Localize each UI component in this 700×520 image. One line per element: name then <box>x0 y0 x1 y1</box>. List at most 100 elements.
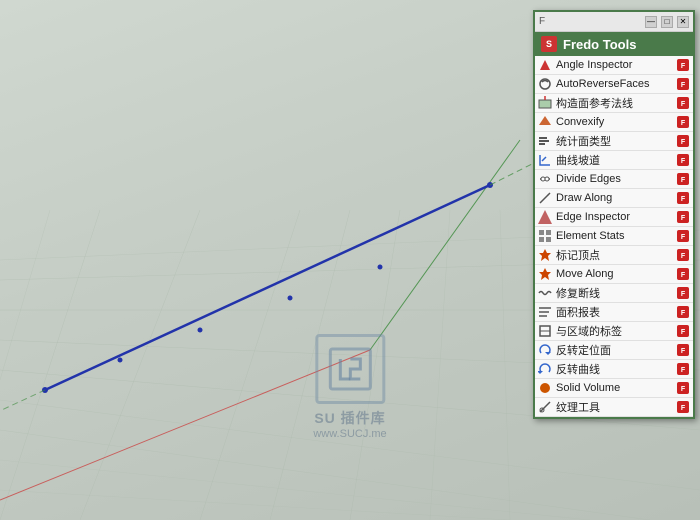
menu-item-repair-break[interactable]: 修复断线 F <box>535 284 693 303</box>
convexify-badge: F <box>675 115 691 129</box>
move-along-label: Move Along <box>556 268 675 280</box>
divide-edges-label: Divide Edges <box>556 173 675 185</box>
watermark-logo <box>315 334 385 404</box>
solid-volume-icon <box>537 380 553 396</box>
panel-title: Fredo Tools <box>563 37 636 52</box>
watermark: SU 插件库 www.SUCJ.me <box>313 334 386 440</box>
fredo-logo-icon: S <box>541 36 557 52</box>
draw-along-icon <box>537 190 553 206</box>
reverse-pos-icon <box>537 342 553 358</box>
menu-item-solid-volume[interactable]: Solid Volume F <box>535 379 693 398</box>
svg-text:F: F <box>681 291 686 298</box>
move-along-badge: F <box>675 267 691 281</box>
menu-item-reverse-curve[interactable]: 反转曲线 F <box>535 360 693 379</box>
menu-item-texture-tool[interactable]: 纹理工具 F <box>535 398 693 417</box>
angle-inspector-icon <box>537 57 553 73</box>
reverse-pos-label: 反转定位面 <box>556 342 675 358</box>
svg-text:F: F <box>681 101 686 108</box>
element-stats-label: Element Stats <box>556 230 675 242</box>
repair-break-badge: F <box>675 286 691 300</box>
watermark-url: www.SUCJ.me <box>313 428 386 440</box>
edge-inspector-icon <box>537 209 553 225</box>
svg-text:F: F <box>681 177 686 184</box>
svg-text:F: F <box>681 196 686 203</box>
reverse-pos-badge: F <box>675 343 691 357</box>
element-stats-badge: F <box>675 229 691 243</box>
minimize-button[interactable]: — <box>645 16 657 28</box>
menu-item-element-stats[interactable]: Element Stats F <box>535 227 693 246</box>
panel-header: S Fredo Tools <box>535 32 693 56</box>
divide-edges-icon <box>537 171 553 187</box>
close-button[interactable]: ✕ <box>677 16 689 28</box>
construct-refplane-badge: F <box>675 96 691 110</box>
mark-vertex-icon <box>537 247 553 263</box>
menu-item-move-along[interactable]: Move Along F <box>535 265 693 284</box>
svg-text:F: F <box>681 272 686 279</box>
edge-inspector-label: Edge Inspector <box>556 211 675 223</box>
element-stats-icon <box>537 228 553 244</box>
area-report-label: 面积报表 <box>556 304 675 320</box>
repair-break-icon <box>537 285 553 301</box>
angle-inspector-label: Angle Inspector <box>556 59 675 71</box>
menu-item-divide-edges[interactable]: Divide Edges F <box>535 170 693 189</box>
svg-text:F: F <box>681 367 686 374</box>
menu-item-construct-refplane[interactable]: 构造面参考法线 F <box>535 94 693 113</box>
menu-item-region-tag[interactable]: 与区域的标签 F <box>535 322 693 341</box>
reverse-curve-label: 反转曲线 <box>556 361 675 377</box>
svg-text:F: F <box>681 82 686 89</box>
svg-text:F: F <box>681 234 686 241</box>
svg-text:F: F <box>681 405 686 412</box>
menu-item-reverse-pos[interactable]: 反转定位面 F <box>535 341 693 360</box>
solid-volume-badge: F <box>675 381 691 395</box>
reverse-curve-badge: F <box>675 362 691 376</box>
svg-text:F: F <box>681 63 686 70</box>
draw-along-label: Draw Along <box>556 192 675 204</box>
curve-channel-label: 曲线坡道 <box>556 152 675 168</box>
svg-text:F: F <box>681 348 686 355</box>
menu-item-edge-inspector[interactable]: Edge Inspector F <box>535 208 693 227</box>
svg-text:F: F <box>681 215 686 222</box>
curve-channel-icon <box>537 152 553 168</box>
menu-item-angle-inspector[interactable]: Angle Inspector F <box>535 56 693 75</box>
svg-text:F: F <box>681 386 686 393</box>
draw-along-badge: F <box>675 191 691 205</box>
titlebar-controls: — □ ✕ <box>645 16 689 28</box>
texture-tool-badge: F <box>675 400 691 414</box>
mark-vertex-badge: F <box>675 248 691 262</box>
svg-text:F: F <box>681 329 686 336</box>
construct-refplane-icon <box>537 95 553 111</box>
watermark-site-name: SU 插件库 <box>313 408 386 428</box>
autoreverse-faces-icon <box>537 76 553 92</box>
edge-inspector-badge: F <box>675 210 691 224</box>
fredo-tools-panel: F — □ ✕ S Fredo Tools Angle Inspector F … <box>533 10 695 419</box>
mark-vertex-label: 标记顶点 <box>556 247 675 263</box>
menu-item-area-report[interactable]: 面积报表 F <box>535 303 693 322</box>
move-along-icon <box>537 266 553 282</box>
panel-title-text: F <box>539 16 545 27</box>
region-tag-badge: F <box>675 324 691 338</box>
svg-text:F: F <box>681 120 686 127</box>
svg-text:F: F <box>681 139 686 146</box>
menu-item-autoreverse-faces[interactable]: AutoReverseFaces F <box>535 75 693 94</box>
area-report-icon <box>537 304 553 320</box>
maximize-button[interactable]: □ <box>661 16 673 28</box>
menu-item-convexify[interactable]: Convexify F <box>535 113 693 132</box>
menu-item-curve-channel[interactable]: 曲线坡道 F <box>535 151 693 170</box>
menu-item-draw-along[interactable]: Draw Along F <box>535 189 693 208</box>
repair-break-label: 修复断线 <box>556 285 675 301</box>
solid-volume-label: Solid Volume <box>556 382 675 394</box>
region-tag-label: 与区域的标签 <box>556 323 675 339</box>
menu-item-count-types[interactable]: 统计面类型 F <box>535 132 693 151</box>
convexify-label: Convexify <box>556 116 675 128</box>
curve-channel-badge: F <box>675 153 691 167</box>
angle-inspector-badge: F <box>675 58 691 72</box>
autoreverse-faces-badge: F <box>675 77 691 91</box>
count-types-badge: F <box>675 134 691 148</box>
construct-refplane-label: 构造面参考法线 <box>556 95 675 111</box>
texture-tool-label: 纹理工具 <box>556 399 675 415</box>
menu-item-mark-vertex[interactable]: 标记顶点 F <box>535 246 693 265</box>
convexify-icon <box>537 114 553 130</box>
count-types-icon <box>537 133 553 149</box>
area-report-badge: F <box>675 305 691 319</box>
region-tag-icon <box>537 323 553 339</box>
